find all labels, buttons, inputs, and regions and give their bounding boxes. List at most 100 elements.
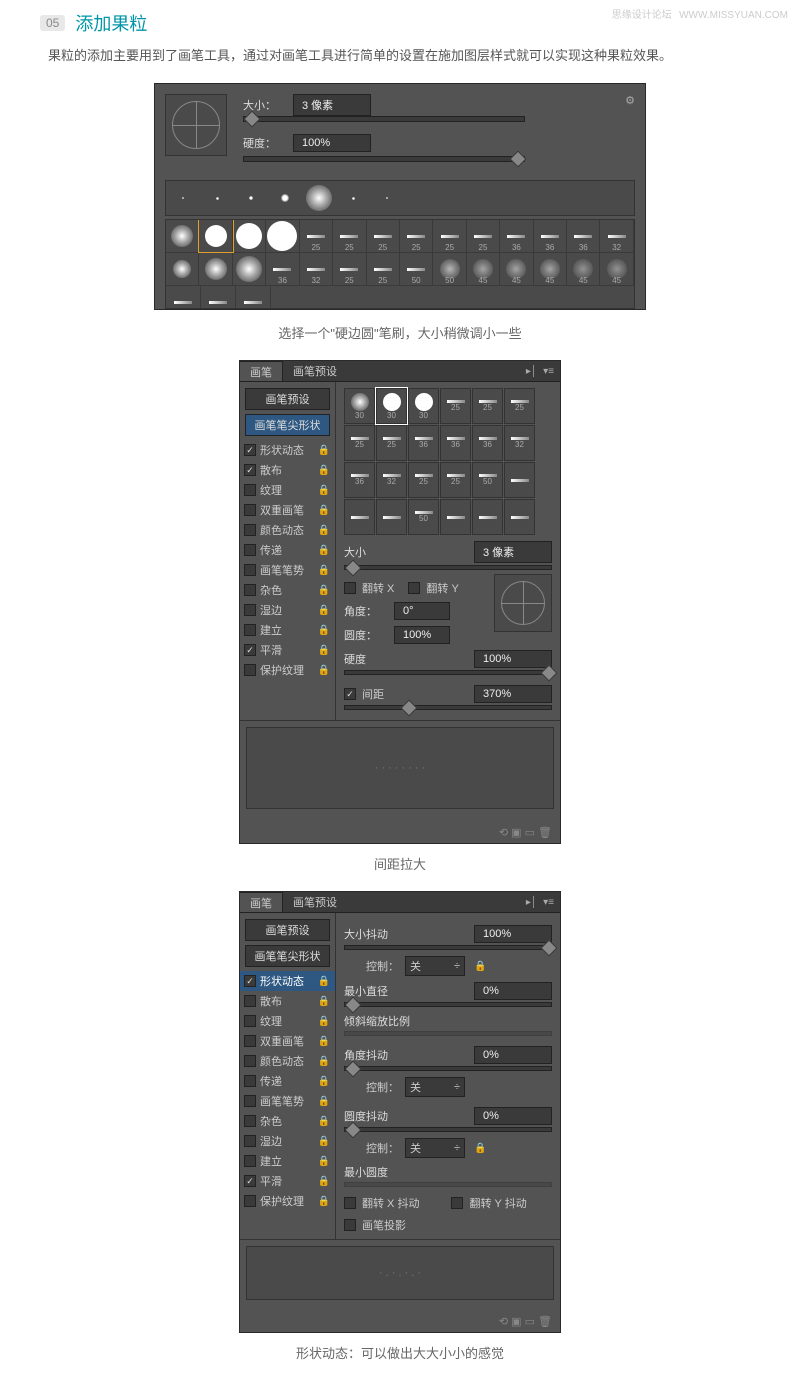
brush-thumb[interactable]: 25 xyxy=(472,388,503,424)
option-2[interactable]: 纹理🔒 xyxy=(240,480,335,500)
roundness-value[interactable]: 100% xyxy=(394,626,450,644)
brush-thumb[interactable]: 36 xyxy=(440,425,471,461)
brush-thumb[interactable]: 30 xyxy=(376,388,407,424)
brush-thumb[interactable]: 36 xyxy=(472,425,503,461)
brush-cell[interactable]: 45 xyxy=(600,253,633,285)
option-checkbox[interactable] xyxy=(244,995,256,1007)
brush-cell[interactable]: 45 xyxy=(567,253,600,285)
min-diameter-value[interactable]: 0% xyxy=(474,982,552,1000)
brush-tip-shape[interactable]: 画笔笔尖形状 xyxy=(245,414,330,436)
brush-cell[interactable]: 25 xyxy=(333,220,366,252)
option-checkbox[interactable] xyxy=(244,604,256,616)
brush-item[interactable] xyxy=(200,184,234,212)
spacing-checkbox[interactable] xyxy=(344,688,356,700)
hardness-slider[interactable] xyxy=(344,670,552,675)
option-9[interactable]: 建立🔒 xyxy=(240,620,335,640)
option-6[interactable]: 画笔笔势🔒 xyxy=(240,1091,335,1111)
option-checkbox[interactable] xyxy=(244,624,256,636)
brush-cell[interactable]: 25 xyxy=(300,220,333,252)
option-checkbox[interactable] xyxy=(244,564,256,576)
brush-item[interactable] xyxy=(370,184,404,212)
flipy-jitter-checkbox[interactable] xyxy=(451,1197,463,1209)
option-1[interactable]: 散布🔒 xyxy=(240,460,335,480)
gear-icon[interactable]: ⚙ xyxy=(625,94,635,107)
brush-thumb[interactable]: 32 xyxy=(504,425,535,461)
brush-item[interactable] xyxy=(302,184,336,212)
option-3[interactable]: 双重画笔🔒 xyxy=(240,500,335,520)
option-2[interactable]: 纹理🔒 xyxy=(240,1011,335,1031)
min-diameter-slider[interactable] xyxy=(344,1002,552,1007)
brush-cell[interactable] xyxy=(233,253,266,285)
size-jitter-slider[interactable] xyxy=(344,945,552,950)
option-10[interactable]: 平滑🔒 xyxy=(240,640,335,660)
option-checkbox[interactable] xyxy=(244,1035,256,1047)
brush-thumb[interactable] xyxy=(344,499,375,535)
brush-thumb[interactable] xyxy=(504,499,535,535)
brush-cell[interactable]: 25 xyxy=(400,220,433,252)
option-0[interactable]: 形状动态🔒 xyxy=(240,971,335,991)
tab-preset[interactable]: 画笔预设 xyxy=(283,361,347,381)
brush-cell[interactable]: 50 xyxy=(201,286,236,309)
option-checkbox[interactable] xyxy=(244,1095,256,1107)
flipy-checkbox[interactable] xyxy=(408,582,420,594)
brush-cell[interactable]: 50 xyxy=(433,253,466,285)
option-8[interactable]: 湿边🔒 xyxy=(240,600,335,620)
brush-thumb[interactable]: 36 xyxy=(344,462,375,498)
brush-cell[interactable] xyxy=(266,220,299,252)
brush-thumb[interactable]: 36 xyxy=(408,425,439,461)
option-checkbox[interactable] xyxy=(244,1155,256,1167)
brush-cell[interactable]: 32 xyxy=(300,253,333,285)
collapse-icon[interactable]: ▸│ xyxy=(526,366,537,377)
option-10[interactable]: 平滑🔒 xyxy=(240,1171,335,1191)
option-11[interactable]: 保护纹理🔒 xyxy=(240,660,335,680)
size-jitter-value[interactable]: 100% xyxy=(474,925,552,943)
brush-cell[interactable]: 45 xyxy=(467,253,500,285)
brush-item[interactable] xyxy=(234,184,268,212)
brush-cell[interactable]: 45 xyxy=(534,253,567,285)
hardness-value[interactable]: 100% xyxy=(474,650,552,668)
option-8[interactable]: 湿边🔒 xyxy=(240,1131,335,1151)
tab-brush[interactable]: 画笔 xyxy=(240,892,283,912)
option-3[interactable]: 双重画笔🔒 xyxy=(240,1031,335,1051)
brush-thumb[interactable]: 25 xyxy=(344,425,375,461)
brush-cell[interactable]: 25 xyxy=(467,220,500,252)
brush-cell[interactable]: 25 xyxy=(367,253,400,285)
option-checkbox[interactable] xyxy=(244,584,256,596)
brush-thumb[interactable] xyxy=(504,462,535,498)
brush-cell[interactable] xyxy=(166,220,199,252)
option-checkbox[interactable] xyxy=(244,524,256,536)
option-4[interactable]: 颜色动态🔒 xyxy=(240,520,335,540)
roundness-jitter-value[interactable]: 0% xyxy=(474,1107,552,1125)
preset-button[interactable]: 画笔预设 xyxy=(245,388,330,410)
brush-thumb[interactable]: 25 xyxy=(504,388,535,424)
option-7[interactable]: 杂色🔒 xyxy=(240,1111,335,1131)
option-checkbox[interactable] xyxy=(244,664,256,676)
menu-icon[interactable]: ▾≡ xyxy=(543,366,554,377)
option-checkbox[interactable] xyxy=(244,544,256,556)
brush-thumb[interactable] xyxy=(440,499,471,535)
option-checkbox[interactable] xyxy=(244,975,256,987)
brush-cell[interactable] xyxy=(166,253,199,285)
roundness-jitter-slider[interactable] xyxy=(344,1127,552,1132)
angle-jitter-value[interactable]: 0% xyxy=(474,1046,552,1064)
brush-cell[interactable]: 36 xyxy=(266,253,299,285)
brush-cell-selected[interactable] xyxy=(199,220,232,252)
control-dropdown[interactable]: 关÷ xyxy=(405,1077,465,1097)
tab-brush[interactable]: 画笔 xyxy=(240,361,283,381)
toggle-icon[interactable]: ⟲ xyxy=(499,1316,508,1328)
option-7[interactable]: 杂色🔒 xyxy=(240,580,335,600)
brush-thumb[interactable]: 25 xyxy=(440,462,471,498)
angle-control[interactable] xyxy=(494,574,552,632)
menu-icon[interactable]: ▾≡ xyxy=(543,897,554,908)
brush-thumb[interactable] xyxy=(472,499,503,535)
trash-icon[interactable]: 🗑 xyxy=(538,827,552,839)
brush-thumb[interactable] xyxy=(376,499,407,535)
control-dropdown[interactable]: 关÷ xyxy=(405,956,465,976)
brush-cell[interactable]: 25 xyxy=(433,220,466,252)
hardness-slider[interactable] xyxy=(243,156,525,162)
option-checkbox[interactable] xyxy=(244,1175,256,1187)
brush-thumb[interactable]: 25 xyxy=(440,388,471,424)
option-checkbox[interactable] xyxy=(244,504,256,516)
brush-item[interactable] xyxy=(336,184,370,212)
angle-jitter-slider[interactable] xyxy=(344,1066,552,1071)
